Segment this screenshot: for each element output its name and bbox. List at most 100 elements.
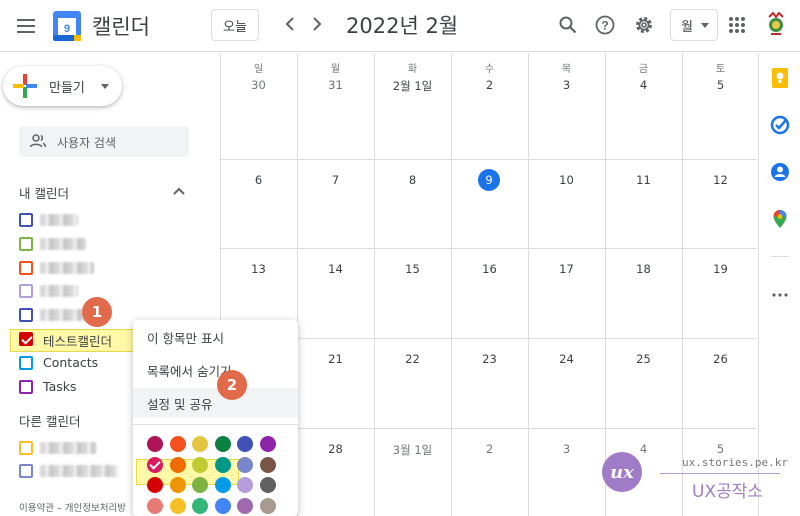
day-number[interactable]: 28 xyxy=(297,442,374,456)
calendar-list-item[interactable] xyxy=(10,437,135,459)
apps-grid-icon[interactable] xyxy=(722,10,752,40)
day-number[interactable]: 26 xyxy=(682,352,759,366)
day-number[interactable]: 4 xyxy=(605,78,682,92)
color-swatch[interactable] xyxy=(147,477,163,493)
calendar-list-item[interactable]: 테스트캘린더 xyxy=(10,328,135,350)
day-number[interactable]: 2 xyxy=(451,442,528,456)
day-number[interactable]: 24 xyxy=(528,352,605,366)
create-button[interactable]: 만들기 xyxy=(3,66,122,106)
chevron-right-icon[interactable] xyxy=(303,10,331,38)
color-swatch[interactable] xyxy=(259,497,276,514)
day-number[interactable]: 3 xyxy=(528,78,605,92)
day-number[interactable]: 18 xyxy=(605,262,682,276)
calendar-list-item[interactable] xyxy=(10,233,135,255)
calendar-list-item[interactable] xyxy=(10,280,135,302)
color-swatch[interactable] xyxy=(259,436,276,452)
color-swatch[interactable] xyxy=(259,477,276,493)
day-number[interactable]: 10 xyxy=(528,173,605,187)
calendar-list-item[interactable] xyxy=(10,304,135,326)
day-number[interactable]: 21 xyxy=(297,352,374,366)
keep-icon[interactable] xyxy=(769,67,791,89)
tasks-icon[interactable] xyxy=(769,114,791,136)
color-swatch[interactable] xyxy=(214,477,231,493)
day-number[interactable]: 15 xyxy=(374,262,451,276)
color-swatch[interactable] xyxy=(192,436,208,452)
color-swatch[interactable] xyxy=(147,456,163,473)
day-number[interactable]: 17 xyxy=(528,262,605,276)
color-swatch[interactable] xyxy=(147,497,163,514)
calendar-checkbox[interactable] xyxy=(19,260,33,275)
color-swatch[interactable] xyxy=(214,436,231,452)
people-search-field[interactable]: 사용자 검색 xyxy=(19,126,189,157)
calendar-checkbox[interactable] xyxy=(19,355,33,370)
color-swatch[interactable] xyxy=(237,436,253,452)
day-number[interactable]: 31 xyxy=(297,78,374,92)
color-swatch[interactable] xyxy=(192,497,208,514)
day-number[interactable]: 6 xyxy=(220,173,297,187)
chevron-up-icon[interactable] xyxy=(170,183,188,201)
day-number[interactable]: 7 xyxy=(297,173,374,187)
day-number[interactable]: 23 xyxy=(451,352,528,366)
view-selector[interactable]: 월 xyxy=(670,9,718,41)
calendar-checkbox[interactable] xyxy=(19,308,33,323)
day-number[interactable]: 14 xyxy=(297,262,374,276)
calendar-list-item[interactable] xyxy=(10,209,135,231)
help-icon[interactable]: ? xyxy=(590,10,620,40)
calendar-checkbox[interactable] xyxy=(19,236,33,251)
day-number[interactable]: 2 xyxy=(451,78,528,92)
day-number[interactable]: 30 xyxy=(220,78,297,92)
day-number[interactable]: 5 xyxy=(682,442,759,456)
calendar-list-item[interactable] xyxy=(10,257,135,279)
day-number[interactable]: 16 xyxy=(451,262,528,276)
other-calendars-header[interactable]: 다른 캘린더 xyxy=(19,411,80,430)
day-number[interactable]: 5 xyxy=(682,78,759,92)
gear-icon[interactable] xyxy=(629,10,659,40)
day-number[interactable]: 25 xyxy=(605,352,682,366)
calendar-checkbox[interactable] xyxy=(19,284,33,299)
color-swatch[interactable] xyxy=(237,497,253,514)
calendar-list-item[interactable]: Tasks xyxy=(10,376,135,398)
day-number[interactable]: 13 xyxy=(220,262,297,276)
day-number[interactable]: 11 xyxy=(605,173,682,187)
today-button[interactable]: 오늘 xyxy=(211,9,259,41)
day-number[interactable]: 3월 1일 xyxy=(374,442,451,458)
calendar-list-item[interactable]: Contacts xyxy=(10,352,135,374)
color-swatch[interactable] xyxy=(237,477,253,493)
color-swatch[interactable] xyxy=(192,456,208,473)
color-swatch[interactable] xyxy=(192,477,208,493)
day-number[interactable]: 3 xyxy=(528,442,605,456)
color-swatch[interactable] xyxy=(169,456,186,473)
calendar-logo[interactable]: 9 xyxy=(53,11,81,41)
maps-icon[interactable] xyxy=(769,208,791,230)
day-number[interactable]: 22 xyxy=(374,352,451,366)
calendar-checkbox[interactable] xyxy=(19,464,33,478)
color-swatch[interactable] xyxy=(169,497,186,514)
more-icon[interactable] xyxy=(769,284,791,306)
my-calendars-header[interactable]: 내 캘린더 xyxy=(19,183,69,202)
color-swatch[interactable] xyxy=(214,497,231,514)
calendar-checkbox[interactable] xyxy=(19,332,33,346)
color-swatch[interactable] xyxy=(169,436,186,452)
color-swatch[interactable] xyxy=(237,456,253,473)
today-date[interactable]: 9 xyxy=(478,169,500,191)
calendar-checkbox[interactable] xyxy=(19,441,33,455)
calendar-checkbox[interactable] xyxy=(19,213,33,227)
color-swatch[interactable] xyxy=(169,477,186,493)
color-swatch[interactable] xyxy=(214,456,231,473)
settings-and-sharing-row[interactable]: 설정 및 공유 xyxy=(133,388,298,485)
color-swatch[interactable] xyxy=(259,456,276,473)
day-number[interactable]: 2월 1일 xyxy=(374,78,451,94)
contacts-icon[interactable] xyxy=(769,161,791,183)
account-avatar[interactable] xyxy=(762,10,790,38)
calendar-checkbox[interactable] xyxy=(19,379,33,394)
main-menu-icon[interactable] xyxy=(8,8,44,44)
day-number[interactable]: 12 xyxy=(682,173,759,187)
color-swatch[interactable] xyxy=(147,436,163,452)
day-number[interactable]: 19 xyxy=(682,262,759,276)
chevron-left-icon[interactable] xyxy=(276,10,304,38)
display-only-this-item[interactable]: 이 항목만 표시 xyxy=(133,322,298,352)
hide-from-list-item[interactable]: 목록에서 숨기기 xyxy=(133,355,298,385)
footer-links[interactable]: 이용약관 – 개인정보처리방 xyxy=(19,500,126,514)
calendar-list-item[interactable] xyxy=(10,460,135,482)
search-icon[interactable] xyxy=(553,10,583,40)
